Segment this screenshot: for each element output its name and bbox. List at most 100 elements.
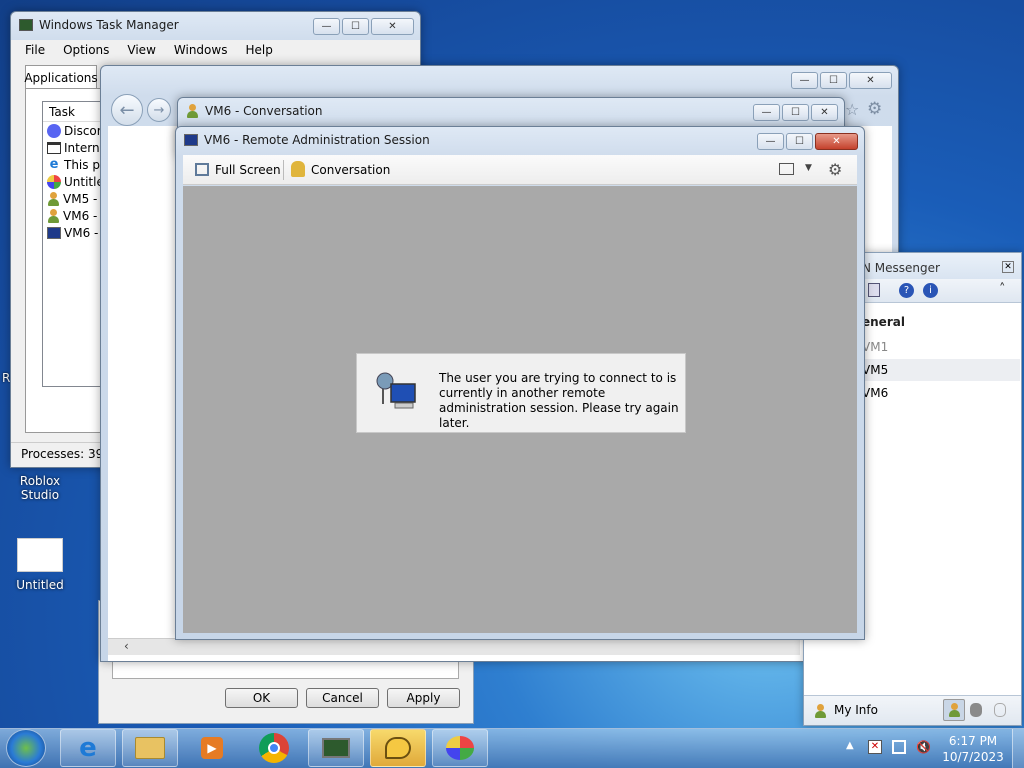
taskbar-file-explorer[interactable] <box>122 729 178 767</box>
close-button[interactable]: ✕ <box>371 18 414 35</box>
task-manager-icon <box>19 19 33 31</box>
error-message: The user you are trying to connect to is… <box>439 371 679 430</box>
window-icon <box>47 141 61 154</box>
settings-gear-icon[interactable]: ⚙ <box>828 160 842 179</box>
my-info-icon <box>814 704 827 718</box>
taskbar-task-manager[interactable] <box>308 729 364 767</box>
contact-vm1[interactable]: VM1 <box>862 337 1020 359</box>
message-box: The user you are trying to connect to is… <box>356 353 686 433</box>
taskbar-media-player[interactable]: ▶ <box>184 729 240 767</box>
remote-screen-area: The user you are trying to connect to is… <box>183 186 857 633</box>
action-center-icon[interactable]: ✕ <box>868 740 882 754</box>
menu-view[interactable]: View <box>127 43 155 57</box>
settings-gear-icon[interactable]: ⚙ <box>867 99 882 119</box>
ras-toolbar: Full Screen Conversation ▼ ⚙ <box>183 155 857 185</box>
close-button[interactable]: ✕ <box>849 72 892 89</box>
back-button[interactable]: ← <box>111 94 143 126</box>
status-busy-icon[interactable] <box>970 703 982 717</box>
group-header[interactable]: eneral <box>862 315 905 329</box>
window-title: VM6 - Conversation <box>205 104 323 118</box>
network-icon[interactable] <box>892 740 906 754</box>
network-computer-icon <box>373 370 419 416</box>
clock[interactable]: 6:17 PM 10/7/2023 <box>940 733 1006 765</box>
desktop-icon-label: Roblox Studio <box>19 474 61 502</box>
collapse-chevron-icon[interactable]: ˄ <box>999 282 1006 297</box>
close-button[interactable]: ✕ <box>811 104 838 121</box>
conversation-icon <box>291 161 305 177</box>
menu-help[interactable]: Help <box>245 43 272 57</box>
minimize-button[interactable]: — <box>753 104 780 121</box>
maximize-button[interactable]: ☐ <box>342 18 369 35</box>
dropdown-arrow-icon[interactable]: ▼ <box>805 163 812 173</box>
chrome-icon <box>259 733 289 763</box>
task-manager-icon <box>322 738 350 758</box>
remote-session-icon <box>184 134 198 146</box>
contact-vm5[interactable]: VM5 <box>862 359 1020 381</box>
processes-count: Processes: 39 <box>21 447 104 461</box>
ok-button[interactable]: OK <box>225 688 298 708</box>
fullscreen-icon <box>195 163 209 176</box>
user-icon <box>186 104 199 118</box>
taskbar-internet-explorer[interactable]: e <box>60 729 116 767</box>
clock-date: 10/7/2023 <box>942 750 1004 764</box>
folder-icon <box>135 737 165 759</box>
window-title: VM6 - Remote Administration Session <box>204 133 430 147</box>
cancel-button[interactable]: Cancel <box>306 688 379 708</box>
status-offline-icon[interactable] <box>994 703 1006 717</box>
maximize-button[interactable]: ☐ <box>782 104 809 121</box>
forward-button[interactable]: → <box>147 98 171 122</box>
show-desktop-button[interactable] <box>1012 729 1024 768</box>
my-info-button[interactable]: My Info <box>834 703 878 717</box>
remote-session-icon <box>47 226 61 239</box>
taskbar-messenger[interactable] <box>370 729 426 767</box>
volume-muted-icon[interactable]: 🔇 <box>916 740 931 754</box>
desktop-icon-roblox-studio[interactable]: Roblox Studio <box>0 474 80 502</box>
menu-options[interactable]: Options <box>63 43 109 57</box>
paint-icon <box>446 736 474 760</box>
discord-icon <box>47 123 61 138</box>
desktop-icon-untitled[interactable]: Untitled <box>0 536 80 592</box>
remote-admin-window: VM6 - Remote Administration Session — ☐ … <box>175 126 865 640</box>
menu-file[interactable]: File <box>25 43 45 57</box>
clock-time: 6:17 PM <box>948 734 998 748</box>
messenger-icon <box>385 737 411 759</box>
taskbar-paint[interactable] <box>432 729 488 767</box>
favorites-icon[interactable]: ☆ <box>845 100 859 119</box>
messenger-footer: My Info <box>804 695 1021 725</box>
user-icon <box>47 191 60 206</box>
minimize-button[interactable]: — <box>791 72 818 89</box>
minimize-button[interactable]: — <box>313 18 340 35</box>
taskbar-chrome[interactable] <box>246 729 302 767</box>
help-icon[interactable]: ? <box>899 283 914 298</box>
media-player-icon: ▶ <box>201 737 223 759</box>
maximize-button[interactable]: ☐ <box>820 72 847 89</box>
menu-bar: File Options View Windows Help <box>11 40 420 60</box>
minimize-button[interactable]: — <box>757 133 784 150</box>
apply-button[interactable]: Apply <box>387 688 460 708</box>
close-button[interactable]: ✕ <box>815 133 858 150</box>
info-icon[interactable]: i <box>923 283 938 298</box>
menu-windows[interactable]: Windows <box>174 43 228 57</box>
address-book-icon[interactable] <box>868 283 880 297</box>
show-hidden-icons-button[interactable]: ▲ <box>846 740 854 751</box>
contact-vm6[interactable]: VM6 <box>862 383 1020 405</box>
maximize-button[interactable]: ☐ <box>786 133 813 150</box>
window-title: N Messenger <box>862 261 940 275</box>
fullscreen-button[interactable]: Full Screen <box>215 163 281 177</box>
internet-explorer-icon: e <box>49 156 59 172</box>
user-icon <box>47 208 60 223</box>
toolbar-separator <box>283 160 284 180</box>
window-title: Windows Task Manager <box>39 18 179 32</box>
close-icon[interactable]: ✕ <box>1002 261 1014 273</box>
internet-explorer-icon: e <box>79 733 97 763</box>
display-select-icon[interactable] <box>779 163 794 175</box>
scroll-left-icon[interactable]: ‹ <box>124 639 129 653</box>
horizontal-scrollbar[interactable]: ‹ <box>108 638 800 655</box>
blank-document-icon <box>17 538 63 572</box>
conversation-button[interactable]: Conversation <box>311 163 390 177</box>
start-button[interactable] <box>6 729 46 767</box>
status-online-icon[interactable] <box>943 699 965 721</box>
desktop-icon-label: Untitled <box>16 578 64 592</box>
paint-icon <box>47 174 61 189</box>
tab-applications[interactable]: Applications <box>24 65 98 89</box>
